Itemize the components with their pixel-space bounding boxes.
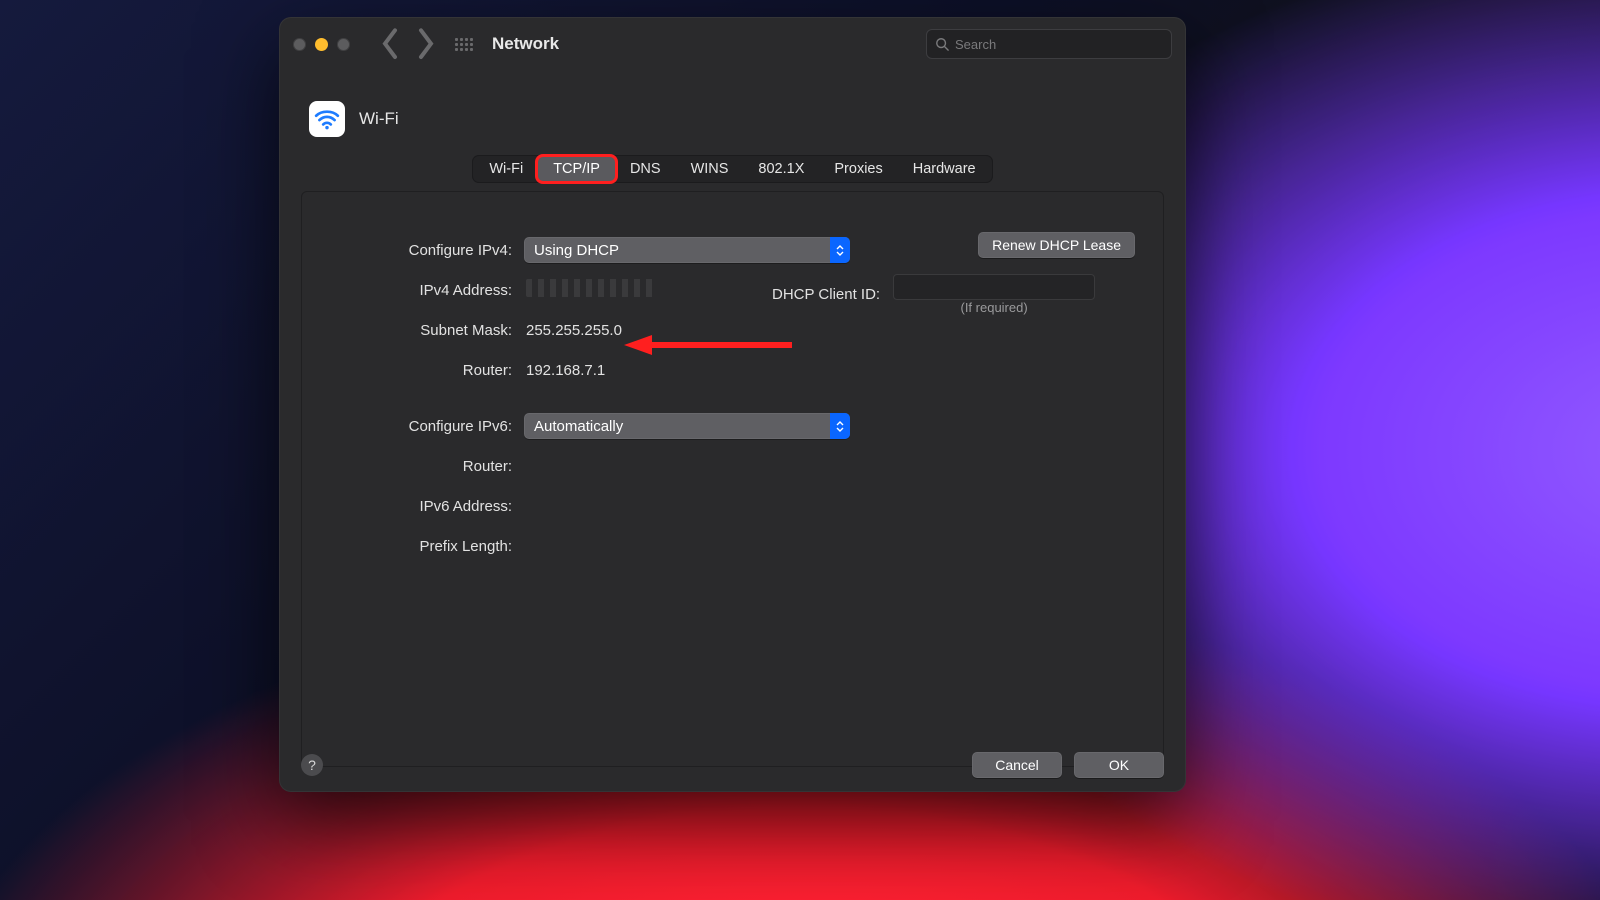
subnet-mask-value: 255.255.255.0 (520, 322, 622, 339)
router6-label: Router: (302, 458, 520, 475)
dhcp-client-id-label: DHCP Client ID: (772, 286, 880, 303)
tab-8021x[interactable]: 802.1X (743, 157, 819, 181)
tab-proxies[interactable]: Proxies (819, 157, 897, 181)
configure-ipv4-label: Configure IPv4: (302, 242, 520, 259)
dialog-footer: ? Cancel OK (279, 752, 1186, 778)
interface-name: Wi-Fi (359, 109, 399, 129)
search-input[interactable]: Search (926, 29, 1172, 59)
configure-ipv6-label: Configure IPv6: (302, 418, 520, 435)
configure-ipv6-value: Automatically (534, 418, 623, 435)
network-preferences-window: Network Search Wi-Fi Wi-Fi TCP/IP DNS WI… (279, 17, 1186, 792)
minimize-window-button[interactable] (315, 38, 328, 51)
dhcp-client-id-row: DHCP Client ID: (If required) (772, 274, 1098, 315)
chevron-up-down-icon (830, 413, 850, 439)
dhcp-client-id-input[interactable] (893, 274, 1095, 300)
tab-dns[interactable]: DNS (615, 157, 676, 181)
forward-button[interactable] (416, 34, 436, 54)
search-icon (935, 37, 949, 51)
titlebar: Network Search (279, 17, 1186, 71)
ok-button[interactable]: OK (1074, 752, 1164, 778)
close-window-button[interactable] (293, 38, 306, 51)
window-title: Network (492, 34, 559, 54)
back-button[interactable] (380, 34, 400, 54)
tcpip-pane: Configure IPv4: Using DHCP IPv4 Address:… (301, 191, 1164, 767)
interface-header: Wi-Fi (279, 71, 1186, 155)
ipv4-address-value-redacted (526, 279, 656, 297)
tab-wifi[interactable]: Wi-Fi (474, 157, 538, 181)
tab-wins[interactable]: WINS (676, 157, 744, 181)
subnet-mask-label: Subnet Mask: (302, 322, 520, 339)
dhcp-client-id-note: (If required) (890, 300, 1098, 315)
tab-hardware[interactable]: Hardware (898, 157, 991, 181)
tab-tcpip[interactable]: TCP/IP (538, 157, 615, 181)
router-label: Router: (302, 362, 520, 379)
wifi-icon (309, 101, 345, 137)
help-button[interactable]: ? (301, 754, 323, 776)
configure-ipv6-dropdown[interactable]: Automatically (524, 413, 850, 439)
cancel-button[interactable]: Cancel (972, 752, 1062, 778)
chevron-up-down-icon (830, 237, 850, 263)
prefix-length-label: Prefix Length: (302, 538, 520, 555)
renew-dhcp-lease-button[interactable]: Renew DHCP Lease (978, 232, 1135, 258)
configure-ipv4-value: Using DHCP (534, 242, 619, 259)
search-placeholder: Search (955, 37, 996, 52)
ipv4-address-label: IPv4 Address: (302, 282, 520, 299)
zoom-window-button[interactable] (337, 38, 350, 51)
configure-ipv4-dropdown[interactable]: Using DHCP (524, 237, 850, 263)
ipv6-address-label: IPv6 Address: (302, 498, 520, 515)
traffic-lights (293, 38, 350, 51)
tab-bar: Wi-Fi TCP/IP DNS WINS 802.1X Proxies Har… (472, 155, 992, 183)
router-value: 192.168.7.1 (520, 362, 605, 379)
show-all-icon[interactable] (454, 34, 474, 54)
